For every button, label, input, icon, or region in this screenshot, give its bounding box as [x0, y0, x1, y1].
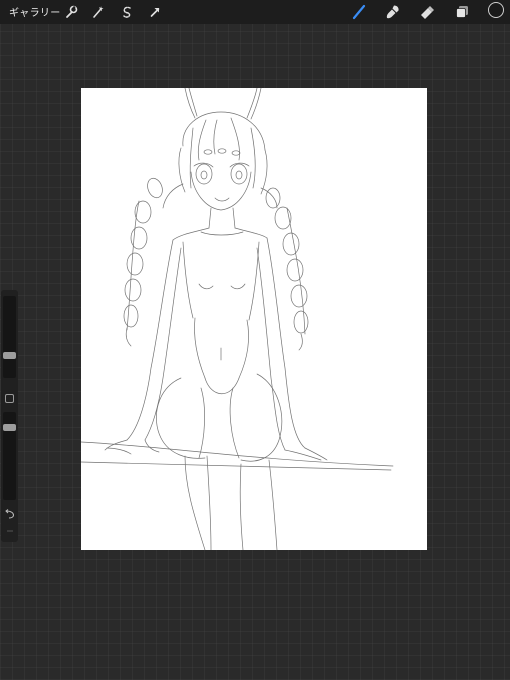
gallery-button[interactable]: ギャラリー — [9, 4, 61, 19]
left-sidebar — [1, 290, 18, 542]
color-picker-button[interactable] — [488, 2, 504, 18]
undo-icon[interactable] — [3, 508, 16, 520]
magic-wand-icon[interactable] — [89, 3, 107, 21]
sketch-drawing — [81, 88, 394, 550]
drawing-canvas[interactable] — [81, 88, 427, 550]
layers-icon[interactable] — [452, 2, 472, 22]
opacity-thumb[interactable] — [3, 424, 16, 431]
transform-arrow-icon[interactable] — [146, 3, 164, 21]
modify-square-icon[interactable] — [5, 394, 14, 403]
brush-size-thumb[interactable] — [3, 352, 16, 359]
selection-icon[interactable] — [118, 3, 136, 21]
wrench-icon[interactable] — [62, 3, 80, 21]
top-toolbar: ギャラリー — [0, 0, 510, 24]
redo-icon[interactable] — [3, 526, 16, 536]
smudge-icon[interactable] — [383, 2, 403, 22]
brush-icon[interactable] — [349, 2, 369, 22]
brush-size-slider[interactable] — [3, 296, 16, 378]
eraser-icon[interactable] — [417, 2, 437, 22]
opacity-slider[interactable] — [3, 412, 16, 500]
